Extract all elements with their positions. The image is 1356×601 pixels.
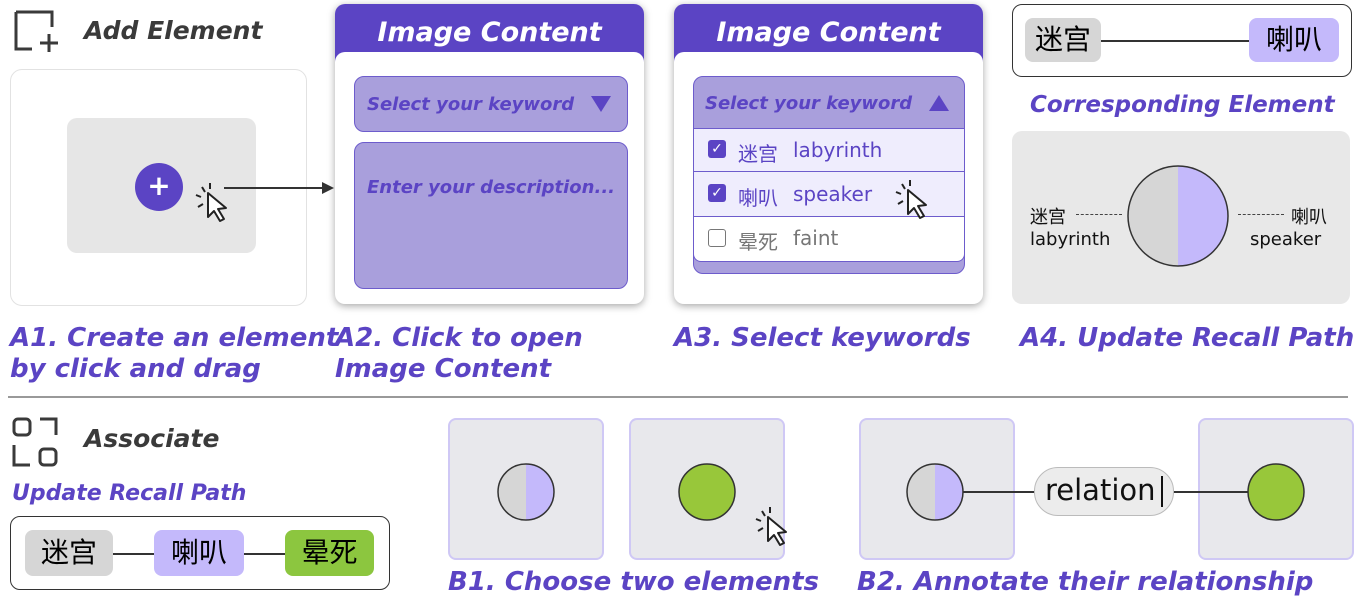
checkbox-icon[interactable] <box>708 229 726 247</box>
keyword-zh: 迷宫 <box>738 142 778 166</box>
relation-input[interactable]: relation <box>1034 467 1174 516</box>
description-placeholder: Enter your description... <box>367 177 616 198</box>
caption-a3: A3. Select keywords <box>674 323 971 353</box>
green-element[interactable] <box>1247 463 1305 521</box>
caption-a2-line2: Image Content <box>335 354 552 384</box>
path-tag-3: 晕死 <box>285 530 374 576</box>
add-element-icon <box>14 10 58 52</box>
path-tag-left: 迷宫 <box>1025 18 1101 62</box>
corresponding-label: Corresponding Element <box>1030 92 1335 118</box>
pie-element[interactable] <box>497 463 555 521</box>
caption-b2: B2. Annotate their relationship <box>857 567 1314 597</box>
associate-icon <box>12 417 58 467</box>
keyword-select[interactable]: Select your keyword <box>354 76 628 132</box>
image-content-panel-a2: Image Content Select your keyword Enter … <box>335 4 644 304</box>
image-content-panel-a3: Image Content Select your keyword ✓ 迷宫 l… <box>674 4 983 304</box>
recall-path-top: 迷宫 喇叭 <box>1012 4 1352 77</box>
keyword-select[interactable]: Select your keyword <box>693 76 965 130</box>
update-recall-label: Update Recall Path <box>12 481 247 506</box>
pie-element[interactable] <box>906 463 964 521</box>
section-divider <box>8 396 1348 398</box>
path-tag-right: 喇叭 <box>1249 18 1339 62</box>
caret-down-icon <box>591 96 611 112</box>
add-element-header: Add Element <box>84 16 263 45</box>
path-tag-1: 迷宫 <box>25 530 113 576</box>
cursor-icon <box>895 180 927 219</box>
element-label-left-en: labyrinth <box>1030 229 1111 250</box>
element-label-right-en: speaker <box>1250 229 1322 250</box>
keyword-option[interactable]: ✓ 迷宫 labyrinth <box>694 129 964 172</box>
connector-right <box>1172 491 1248 493</box>
caption-a1-line1: A1. Create an element <box>10 323 339 353</box>
keyword-zh: 晕死 <box>738 230 778 254</box>
recall-path-bottom: 迷宫 喇叭 晕死 <box>10 516 390 590</box>
keyword-en: labyrinth <box>793 138 883 162</box>
associate-header: Associate <box>84 424 220 453</box>
connector-left <box>963 491 1035 493</box>
keyword-zh: 喇叭 <box>738 186 778 210</box>
select-placeholder: Select your keyword <box>705 93 913 114</box>
keyword-en: faint <box>793 226 839 250</box>
caption-a4: A4. Update Recall Path <box>1020 323 1355 353</box>
element-label-right-zh: 喇叭 <box>1291 207 1327 228</box>
description-field[interactable]: Enter your description... <box>354 142 628 289</box>
caret-up-icon <box>929 95 949 111</box>
checkbox-icon[interactable]: ✓ <box>708 140 726 158</box>
path-tag-2: 喇叭 <box>154 530 244 576</box>
relation-text: relation <box>1045 473 1156 507</box>
text-caret <box>1161 476 1163 507</box>
add-button[interactable]: + <box>135 163 183 211</box>
cursor-icon <box>755 507 787 546</box>
select-placeholder: Select your keyword <box>367 94 575 115</box>
checkbox-icon[interactable]: ✓ <box>708 184 726 202</box>
element-label-left-zh: 迷宫 <box>1030 207 1066 228</box>
pie-element <box>1127 165 1229 267</box>
caption-a2-line1: A2. Click to open <box>335 323 583 353</box>
caption-a1-line2: by click and drag <box>10 354 261 384</box>
green-element[interactable] <box>678 463 736 521</box>
keyword-en: speaker <box>793 182 873 206</box>
drag-arrow <box>224 182 334 194</box>
caption-b1: B1. Choose two elements <box>448 567 819 597</box>
